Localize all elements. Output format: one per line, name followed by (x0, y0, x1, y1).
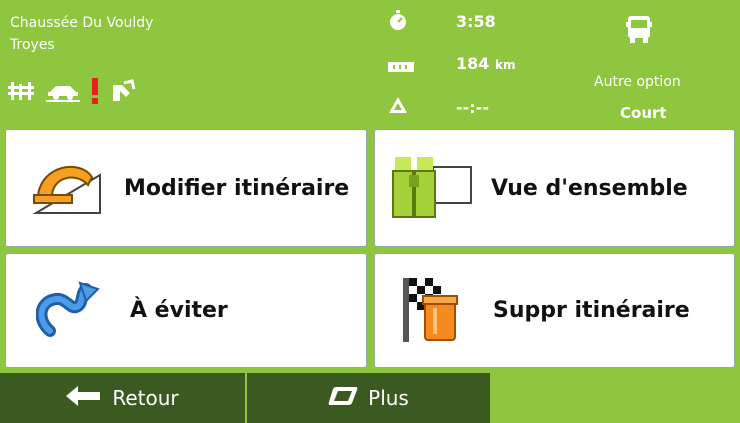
delete-route-button[interactable]: Suppr itinéraire (374, 253, 735, 368)
arrival-time: --:-- (456, 98, 489, 117)
back-label: Retour (112, 386, 179, 410)
car-ferry-icon (46, 80, 80, 102)
route-feature-icons (8, 78, 136, 104)
remaining-time: 3:58 (456, 12, 496, 31)
edit-route-icon (28, 155, 108, 221)
address-street: Chaussée Du Vouldy (10, 15, 154, 31)
avoid-button[interactable]: À éviter (5, 253, 367, 368)
route-overview-button[interactable]: Vue d'ensemble (374, 129, 735, 247)
more-button[interactable]: Plus (247, 373, 492, 423)
truck-icon[interactable] (626, 14, 652, 48)
remaining-distance: 184 (456, 54, 490, 73)
back-button[interactable]: Retour (0, 373, 247, 423)
route-option-value[interactable]: Court (620, 104, 667, 122)
arrow-left-icon (66, 385, 101, 411)
distance-unit: km (494, 58, 516, 72)
distance-icon (388, 58, 414, 77)
modify-route-label: Modifier itinéraire (124, 175, 350, 201)
address-city: Troyes (10, 37, 55, 53)
binoculars-icon (391, 153, 473, 223)
route-overview-label: Vue d'ensemble (491, 175, 688, 201)
more-label: Plus (368, 386, 409, 410)
checkered-flag-icon (399, 274, 459, 348)
arrival-flag-icon (388, 96, 408, 118)
stopwatch-icon (388, 10, 408, 36)
toll-icon (110, 79, 136, 103)
warning-icon (90, 78, 100, 104)
modify-route-button[interactable]: Modifier itinéraire (5, 129, 367, 247)
detour-icon (35, 280, 100, 341)
highway-icon (8, 80, 36, 102)
avoid-label: À éviter (130, 298, 228, 323)
route-option-label: Autre option (594, 74, 681, 90)
more-menu-icon (328, 385, 358, 412)
delete-route-label: Suppr itinéraire (493, 298, 690, 323)
route-info-header: Chaussée Du Vouldy Troyes 3:58 184 km --… (0, 0, 740, 128)
